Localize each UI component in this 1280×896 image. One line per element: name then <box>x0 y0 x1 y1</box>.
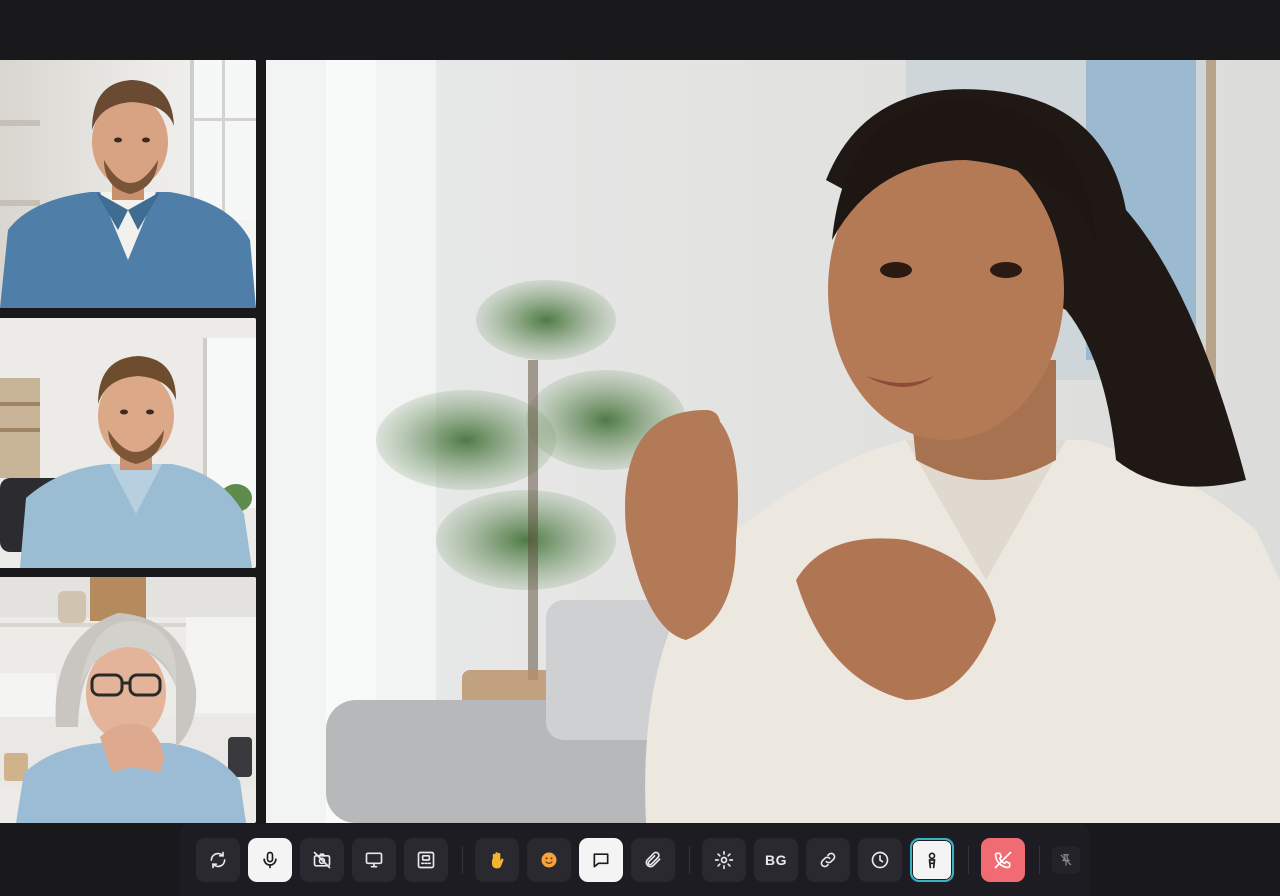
share-screen-button[interactable] <box>352 838 396 882</box>
smile-emoji-icon <box>541 852 557 868</box>
monitor-icon <box>365 852 383 868</box>
settings-button[interactable] <box>702 838 746 882</box>
copy-link-button[interactable] <box>806 838 850 882</box>
reactions-button[interactable] <box>527 838 571 882</box>
raise-hand-button[interactable] <box>475 838 519 882</box>
main-speaker-video[interactable] <box>266 60 1280 823</box>
layout-button[interactable] <box>404 838 448 882</box>
participant-video-2 <box>0 318 256 568</box>
attach-file-button[interactable] <box>631 838 675 882</box>
pin-off-icon <box>1060 854 1072 866</box>
unpin-button[interactable] <box>1052 846 1080 874</box>
call-control-bar: BG <box>180 824 1090 896</box>
background-button[interactable]: BG <box>754 838 798 882</box>
person-icon <box>928 852 936 869</box>
gear-icon <box>714 850 734 870</box>
clock-icon <box>871 851 889 869</box>
top-bar <box>0 0 1280 60</box>
control-divider <box>968 846 969 874</box>
control-divider <box>462 846 463 874</box>
control-divider <box>689 846 690 874</box>
phone-hangup-icon <box>994 851 1012 869</box>
camera-off-icon <box>313 851 331 869</box>
participant-tile-1[interactable] <box>0 60 256 308</box>
chat-bubble-icon <box>593 853 609 868</box>
participant-video-3 <box>0 577 256 823</box>
participant-video-1 <box>0 60 256 308</box>
paperclip-icon <box>645 851 661 868</box>
end-call-button[interactable] <box>981 838 1025 882</box>
camera-toggle-button[interactable] <box>300 838 344 882</box>
microphone-icon <box>263 851 277 869</box>
grid-layout-icon <box>417 851 435 869</box>
microphone-button[interactable] <box>248 838 292 882</box>
timer-button[interactable] <box>858 838 902 882</box>
link-icon <box>820 852 836 868</box>
refresh-icon <box>210 851 226 869</box>
participant-tile-2[interactable] <box>0 318 256 568</box>
switch-camera-button[interactable] <box>196 838 240 882</box>
hand-icon <box>492 852 504 869</box>
control-divider <box>1039 846 1040 874</box>
participant-tile-3[interactable] <box>0 577 256 823</box>
main-speaker-image <box>266 60 1280 823</box>
accessibility-button[interactable] <box>910 838 954 882</box>
chat-button[interactable] <box>579 838 623 882</box>
background-button-label: BG <box>765 852 787 868</box>
